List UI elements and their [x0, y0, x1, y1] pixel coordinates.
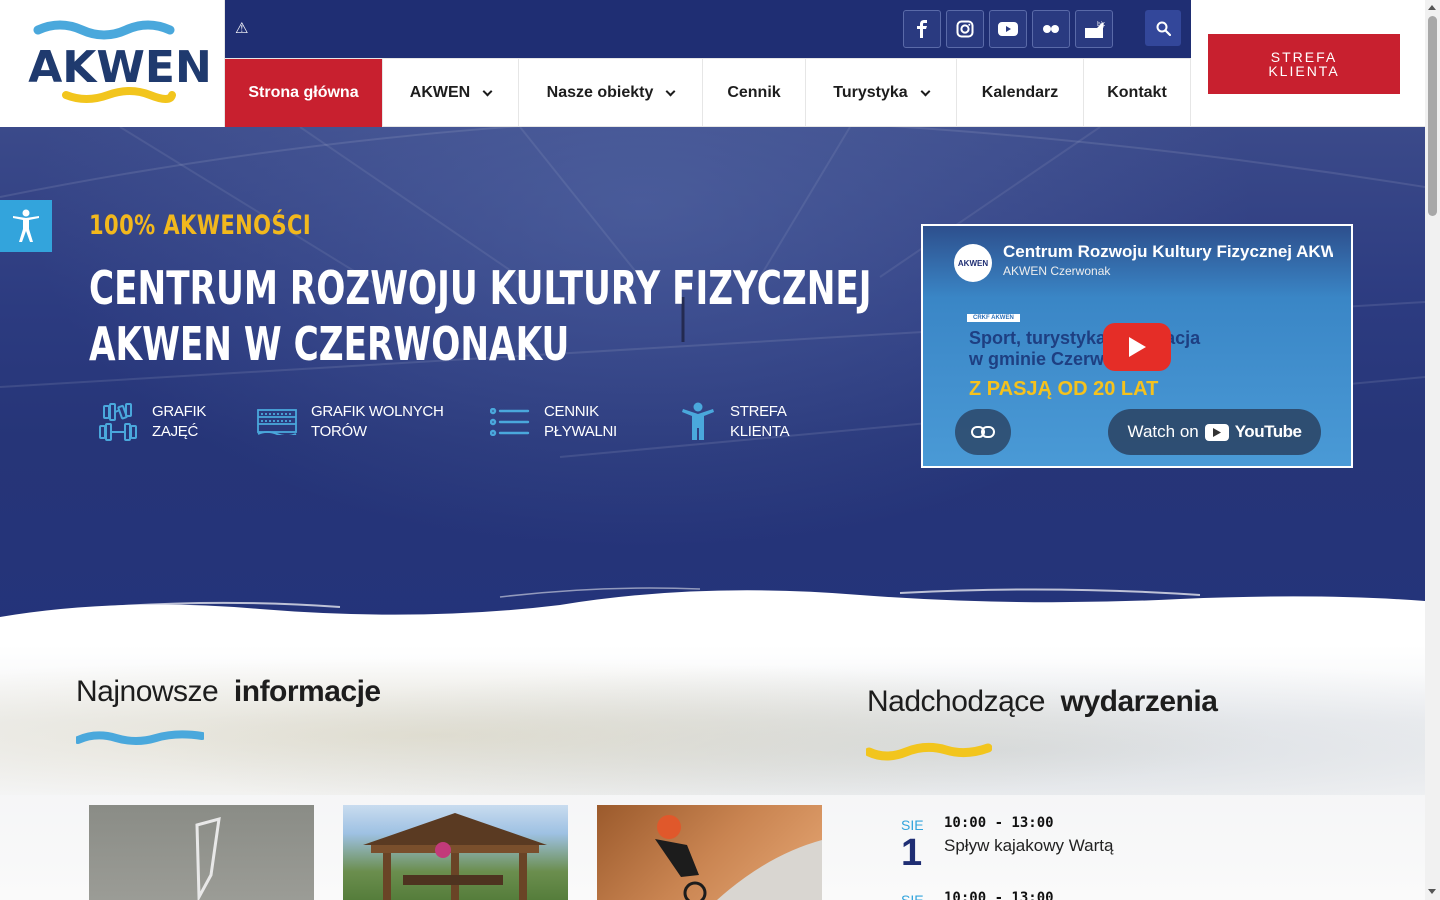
chevron-down-icon [920, 86, 931, 96]
nav-akwen[interactable]: AKWEN [383, 59, 519, 127]
logo[interactable]: AKWEN [0, 0, 225, 127]
accessibility-button[interactable] [0, 200, 52, 252]
news-card-image [195, 816, 221, 900]
person-icon [682, 402, 714, 440]
news-card-image [363, 813, 547, 900]
site-header: AKWEN ⚠ bip Strona główna AKWEN Nasze ob… [0, 0, 1425, 127]
warning-icon[interactable]: ⚠ [235, 20, 248, 38]
hero-title-line-1: CENTRUM ROZWOJU KULTURY FIZYCZNEJ [89, 261, 872, 315]
events-title-light: Nadchodzące [867, 685, 1045, 718]
link-icon [971, 426, 995, 438]
youtube-icon[interactable] [989, 10, 1027, 48]
video-thumb-line-3: Z PASJĄ OD 20 LAT [969, 378, 1159, 400]
quick-link-schedule[interactable]: GRAFIK ZAJĘĆ [98, 402, 206, 442]
news-title-wave [76, 730, 204, 745]
news-section-title: Najnowsze informacje [76, 675, 381, 709]
scroll-up-arrow[interactable] [1428, 5, 1436, 10]
youtube-logo-icon [1204, 423, 1229, 441]
play-icon [1129, 337, 1146, 357]
search-button[interactable] [1145, 10, 1181, 46]
nav-calendar[interactable]: Kalendarz [957, 59, 1084, 127]
facebook-icon[interactable] [903, 10, 941, 48]
page-scrollbar[interactable] [1425, 0, 1440, 900]
event-month: SIE [901, 892, 924, 900]
events-title-bold: wydarzenia [1060, 685, 1218, 718]
youtube-label: YouTube [1234, 422, 1302, 441]
nav-pricing[interactable]: Cennik [703, 59, 806, 127]
hero-title-line-2: AKWEN W CZERWONAKU [89, 317, 570, 371]
content-background [0, 645, 1425, 795]
event-time: 10:00 - 13:00 [944, 815, 1054, 831]
news-card[interactable] [343, 805, 568, 900]
news-card[interactable] [597, 805, 822, 900]
wave-divider [0, 587, 1425, 647]
quick-link-client-zone[interactable]: STREFA KLIENTA [680, 402, 790, 442]
nav-tourism[interactable]: Turystyka [806, 59, 957, 127]
video-title[interactable]: Centrum Rozwoju Kultury Fizycznej AKWEN … [1003, 242, 1333, 262]
nav-facilities[interactable]: Nasze obiekty [519, 59, 703, 127]
top-bar: ⚠ bip [225, 0, 1191, 58]
svg-text:bip: bip [1097, 21, 1105, 28]
event-title[interactable]: Spływ kajakowy Wartą [944, 836, 1113, 856]
news-card-image [655, 815, 822, 900]
flickr-icon[interactable] [1032, 10, 1070, 48]
hero-title: CENTRUM ROZWOJU KULTURY FIZYCZNEJ AKWEN … [89, 260, 872, 372]
hero-tagline: 100% AKWENOŚCI [89, 210, 312, 241]
nav-home[interactable]: Strona główna [225, 59, 383, 127]
client-zone-label-2: KLIENTA [1268, 63, 1340, 79]
copy-link-button[interactable] [955, 409, 1011, 455]
scroll-down-arrow[interactable] [1428, 889, 1436, 894]
news-title-bold: informacje [233, 675, 381, 708]
instagram-icon[interactable] [946, 10, 984, 48]
news-card[interactable] [89, 805, 314, 900]
youtube-embed[interactable]: AKWEN Centrum Rozwoju Kultury Fizycznej … [921, 224, 1353, 468]
channel-avatar[interactable]: AKWEN [954, 244, 992, 282]
events-title-wave [866, 742, 992, 761]
dumbbell-icon [99, 403, 137, 441]
list-icon [490, 408, 530, 436]
accessibility-icon [13, 209, 39, 242]
watch-on-label: Watch on [1127, 422, 1199, 441]
nav-contact[interactable]: Kontakt [1084, 59, 1191, 127]
event-time: 10:00 - 13:00 [944, 890, 1054, 900]
video-thumb-badge: CRKF AKWEN [967, 314, 1020, 322]
search-icon [1156, 21, 1171, 36]
watch-on-youtube-button[interactable]: Watch on YouTube [1108, 409, 1321, 455]
video-channel: AKWEN Czerwonak [1003, 264, 1111, 278]
event-day: 1 [901, 832, 923, 874]
pool-lanes-icon [257, 409, 297, 435]
client-zone-label-1: STREFA [1270, 49, 1338, 65]
event-month: SIE [901, 817, 924, 833]
scrollbar-thumb[interactable] [1428, 16, 1437, 216]
play-button[interactable] [1103, 323, 1171, 371]
logo-text: AKWEN [28, 42, 212, 93]
quick-link-lanes[interactable]: GRAFIK WOLNYCH TORÓW [257, 402, 444, 442]
news-title-light: Najnowsze [76, 675, 219, 708]
chevron-down-icon [482, 86, 493, 96]
logo-mark: AKWEN [28, 20, 212, 103]
client-zone-button[interactable]: STREFA KLIENTA [1208, 34, 1400, 94]
events-section-title: Nadchodzące wydarzenia [867, 685, 1218, 719]
main-nav: Strona główna AKWEN Nasze obiekty Cennik… [225, 58, 1191, 127]
bip-icon[interactable]: bip [1075, 10, 1113, 48]
chevron-down-icon [665, 86, 676, 96]
quick-link-pool-pricing[interactable]: CENNIK PŁYWALNI [490, 402, 617, 442]
